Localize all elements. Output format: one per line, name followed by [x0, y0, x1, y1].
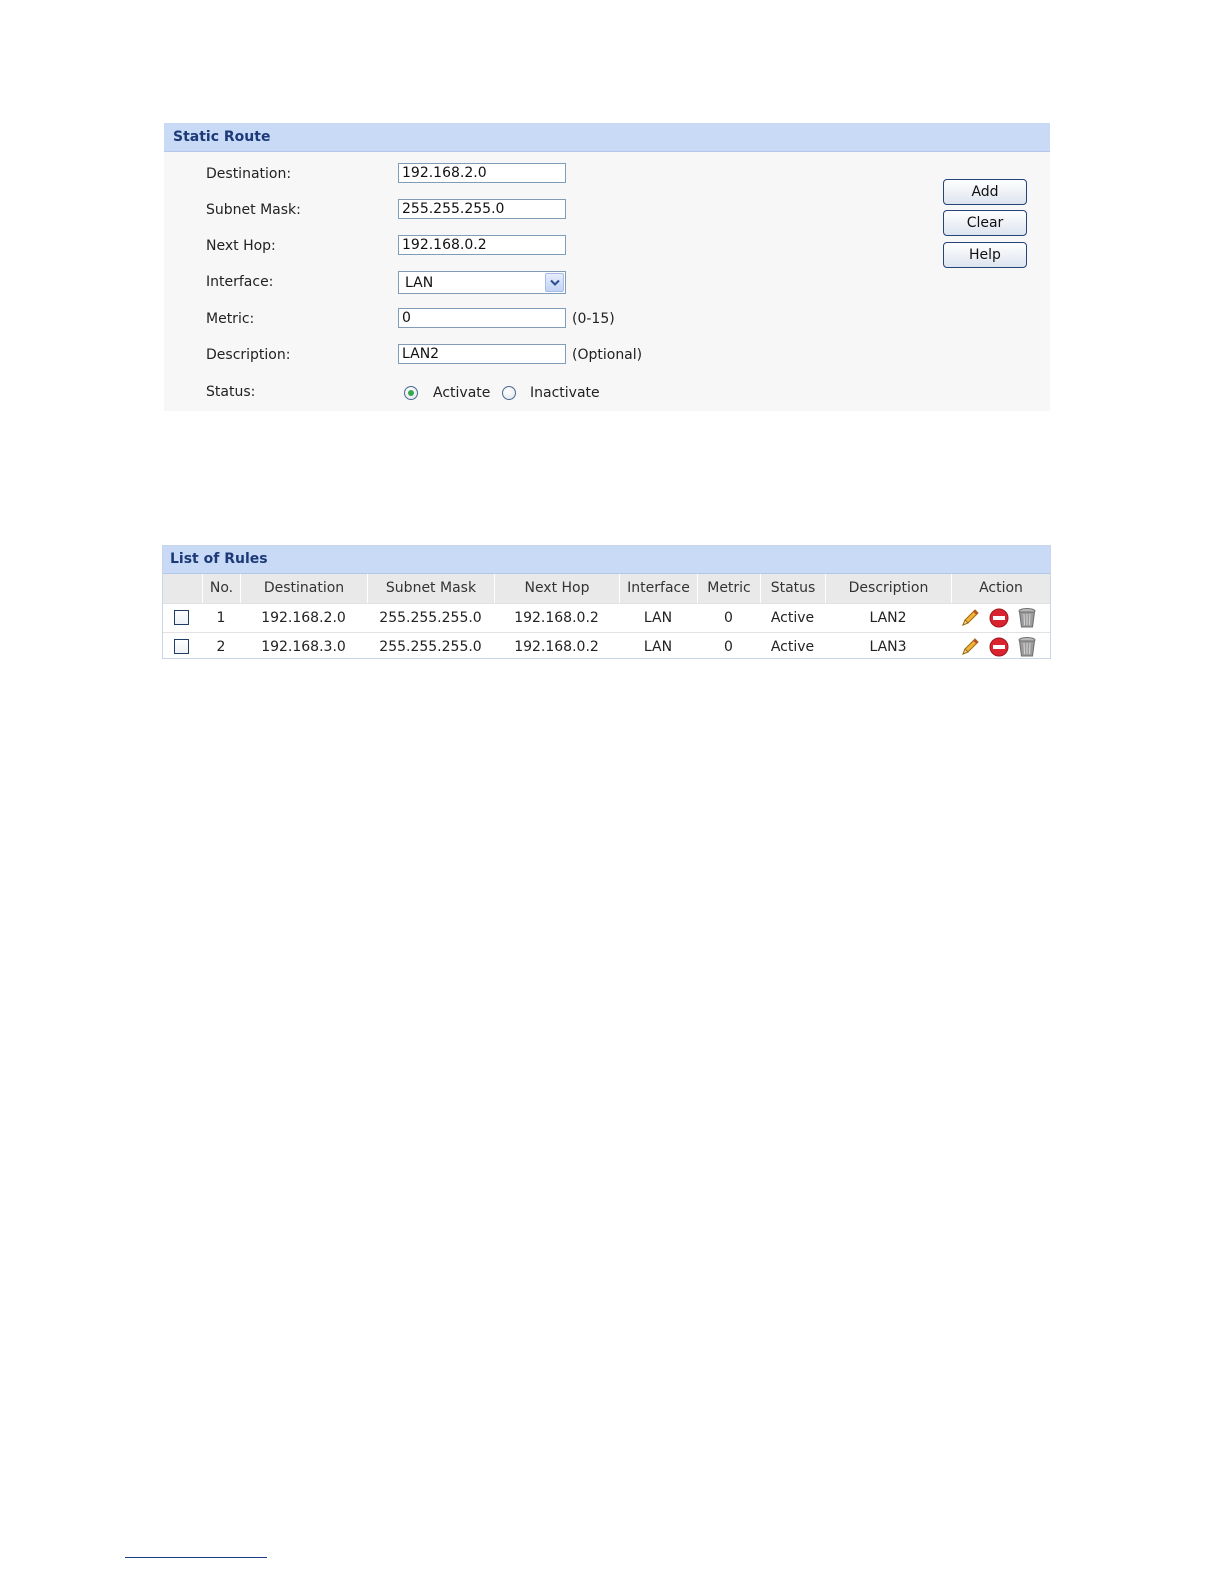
status-activate-label[interactable]: Activate — [433, 385, 490, 401]
description-optional-hint: (Optional) — [572, 347, 643, 363]
interface-selected-value: LAN — [405, 275, 434, 291]
destination-input[interactable] — [398, 163, 566, 183]
stop-icon[interactable] — [988, 636, 1010, 658]
header-destination: Destination — [240, 574, 367, 603]
add-button[interactable]: Add — [943, 179, 1027, 205]
header-interface: Interface — [619, 574, 697, 603]
row-status: Active — [770, 639, 815, 655]
row-checkbox[interactable] — [174, 610, 189, 625]
row-next-hop: 192.168.0.2 — [514, 610, 599, 626]
row-subnet-mask: 255.255.255.0 — [379, 610, 482, 626]
description-input[interactable] — [398, 344, 566, 364]
metric-label: Metric: — [206, 311, 255, 327]
static-route-panel: Static Route Destination: Subnet Mask: N… — [164, 123, 1050, 411]
rules-table-header: No. Destination Subnet Mask Next Hop Int… — [163, 574, 1050, 603]
trash-icon[interactable] — [1016, 636, 1038, 658]
static-route-title: Static Route — [173, 129, 271, 145]
static-route-header: Static Route — [164, 123, 1050, 152]
next-hop-label: Next Hop: — [206, 238, 276, 254]
chevron-down-icon[interactable] — [545, 273, 564, 292]
status-activate-radio[interactable] — [404, 386, 418, 400]
status-label: Status: — [206, 384, 256, 400]
next-hop-input[interactable] — [398, 235, 566, 255]
row-description: LAN3 — [869, 639, 907, 655]
row-destination: 192.168.2.0 — [261, 610, 346, 626]
interface-select[interactable]: LAN — [398, 271, 566, 294]
footer-divider — [125, 1557, 267, 1558]
header-description: Description — [825, 574, 951, 603]
subnet-mask-label: Subnet Mask: — [206, 202, 301, 218]
row-status: Active — [770, 610, 815, 626]
table-row: 1 192.168.2.0 255.255.255.0 192.168.0.2 … — [163, 603, 1050, 632]
header-select — [163, 574, 202, 603]
row-next-hop: 192.168.0.2 — [514, 639, 599, 655]
rules-list-title: List of Rules — [170, 551, 268, 567]
row-checkbox[interactable] — [174, 639, 189, 654]
header-next-hop: Next Hop — [494, 574, 619, 603]
destination-label: Destination: — [206, 166, 292, 182]
rules-list-panel: List of Rules No. Destination Subnet Mas… — [162, 545, 1051, 659]
row-subnet-mask: 255.255.255.0 — [379, 639, 482, 655]
rules-list-header: List of Rules — [163, 546, 1050, 574]
status-inactivate-label[interactable]: Inactivate — [530, 385, 600, 401]
row-destination: 192.168.3.0 — [261, 639, 346, 655]
row-no: 1 — [216, 610, 226, 626]
interface-label: Interface: — [206, 274, 274, 290]
header-metric: Metric — [697, 574, 760, 603]
header-action: Action — [951, 574, 1050, 603]
help-button[interactable]: Help — [943, 242, 1027, 268]
header-no: No. — [202, 574, 240, 603]
table-row: 2 192.168.3.0 255.255.255.0 192.168.0.2 … — [163, 632, 1050, 661]
clear-button[interactable]: Clear — [943, 210, 1027, 236]
pencil-icon[interactable] — [959, 636, 981, 658]
row-description: LAN2 — [869, 610, 907, 626]
trash-icon[interactable] — [1016, 607, 1038, 629]
metric-input[interactable] — [398, 308, 566, 328]
header-status: Status — [760, 574, 825, 603]
row-interface: LAN — [643, 610, 673, 626]
row-interface: LAN — [643, 639, 673, 655]
metric-range-hint: (0-15) — [572, 311, 615, 327]
row-no: 2 — [216, 639, 226, 655]
header-subnet-mask: Subnet Mask — [367, 574, 494, 603]
status-inactivate-radio[interactable] — [502, 386, 516, 400]
pencil-icon[interactable] — [959, 607, 981, 629]
row-metric: 0 — [724, 610, 733, 626]
row-metric: 0 — [724, 639, 733, 655]
subnet-mask-input[interactable] — [398, 199, 566, 219]
stop-icon[interactable] — [988, 607, 1010, 629]
description-label: Description: — [206, 347, 291, 363]
